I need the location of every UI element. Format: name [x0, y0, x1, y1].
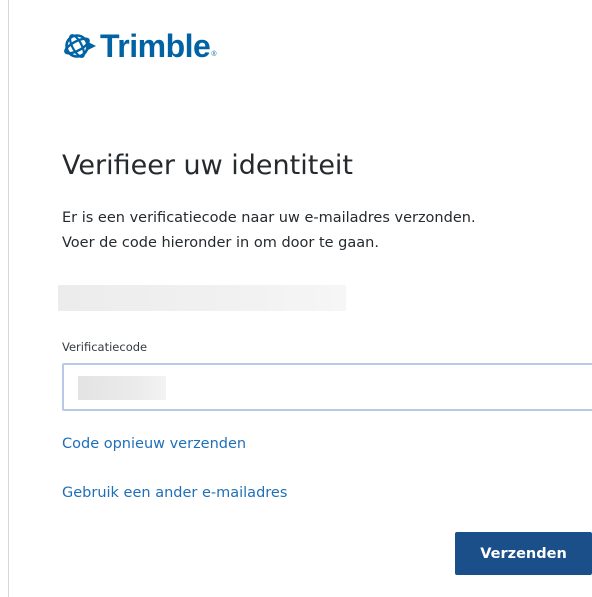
submit-button[interactable]: Verzenden — [455, 532, 592, 575]
panel-divider — [8, 0, 9, 597]
trimble-globe-icon — [64, 34, 96, 58]
registered-mark: ® — [211, 51, 217, 58]
trimble-logo: Trimble ® — [62, 26, 216, 66]
description-line-1: Er is een verificatiecode naar uw e-mail… — [62, 210, 476, 226]
verification-code-label: Verificatiecode — [62, 340, 148, 354]
brand-name: Trimble — [100, 28, 211, 64]
resend-code-link[interactable]: Code opnieuw verzenden — [62, 436, 246, 452]
description-line-2: Voer de code hieronder in om door te gaa… — [62, 235, 379, 251]
page-title: Verifieer uw identiteit — [62, 150, 354, 181]
email-address-redacted — [58, 285, 346, 311]
use-other-email-link[interactable]: Gebruik een ander e-mailadres — [62, 485, 287, 501]
page-description: Er is een verificatiecode naar uw e-mail… — [62, 206, 582, 256]
verification-code-redacted — [78, 376, 166, 400]
login-panel: Trimble ® Verifieer uw identiteit Er is … — [0, 0, 592, 597]
